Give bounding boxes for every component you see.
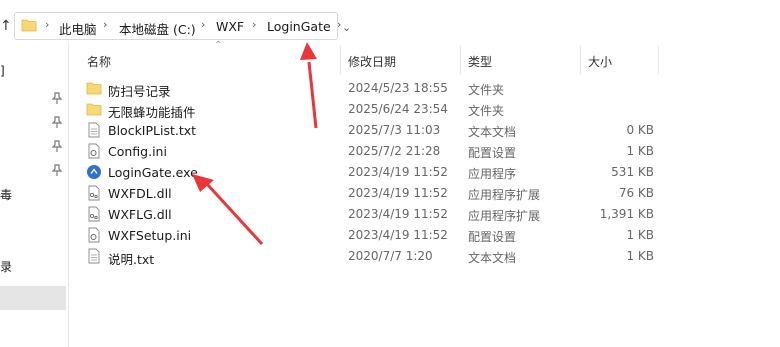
red-arrow-icon xyxy=(192,174,264,246)
annotation-arrows xyxy=(192,42,318,246)
red-arrow-icon xyxy=(300,42,318,129)
